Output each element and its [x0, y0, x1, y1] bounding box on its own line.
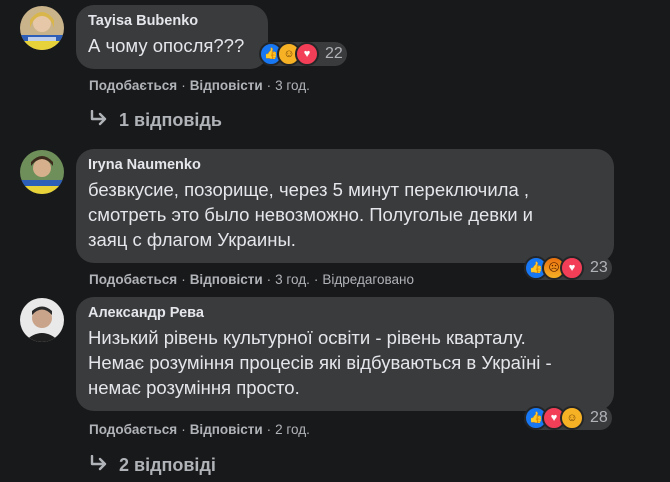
reply-button[interactable]: Відповісти: [190, 78, 263, 93]
comment-text: Низький рівень культурної освіти - рівен…: [88, 325, 602, 400]
reply-button[interactable]: Відповісти: [190, 422, 263, 437]
like-button[interactable]: Подобається: [89, 422, 177, 437]
reaction-count: 23: [590, 259, 608, 276]
comment-bubble: Tayisa Bubenko А чому опосля???: [76, 5, 268, 69]
comment-text-line: Немає розуміння процесів які відбуваютьс…: [88, 352, 552, 373]
love-icon: ♥: [560, 256, 584, 280]
reactions-summary[interactable]: 👍 ☺ ♥ 22: [259, 42, 347, 66]
reply-button[interactable]: Відповісти: [190, 272, 263, 287]
like-button[interactable]: Подобається: [89, 272, 177, 287]
love-icon: ♥: [295, 42, 319, 66]
comment-author[interactable]: Iryna Naumenko: [88, 156, 602, 174]
avatar-iryna[interactable]: [20, 150, 64, 194]
comment-time[interactable]: 3 год.: [275, 272, 310, 287]
reactions-summary[interactable]: 👍 ♥ ☺ 28: [524, 406, 612, 430]
comment-bubble: Александр Рева Низький рівень культурної…: [76, 297, 614, 411]
reaction-count: 22: [325, 45, 343, 62]
comment-author[interactable]: Tayisa Bubenko: [88, 12, 256, 30]
haha-icon: ☺: [560, 406, 584, 430]
avatar-photo-icon: [20, 298, 64, 342]
reactions-summary[interactable]: 👍 ☹ ♥ 23: [524, 256, 612, 280]
comment-text-line: безвкусие, позорище, через 5 минут перек…: [88, 179, 530, 200]
comment-text-line: смотреть это было невозможно. Полуголые …: [88, 204, 534, 225]
avatar-tayisa[interactable]: [20, 6, 64, 50]
comment-actions: Подобається · Відповісти · 2 год.: [89, 422, 310, 437]
avatar-aleksandr[interactable]: [20, 298, 64, 342]
comment-text: А чому опосля???: [88, 35, 245, 56]
reaction-count: 28: [590, 409, 608, 426]
comment-actions: Подобається · Відповісти · 3 год.: [89, 78, 310, 93]
like-button[interactable]: Подобається: [89, 78, 177, 93]
replies-label: 1 відповідь: [119, 110, 222, 130]
avatar-photo-icon: [20, 6, 64, 50]
replies-label: 2 відповіді: [119, 455, 216, 475]
comment-time[interactable]: 3 год.: [275, 78, 310, 93]
comment-text-line: заяц с флагом Украины.: [88, 229, 296, 250]
view-replies-button[interactable]: 2 відповіді: [89, 454, 216, 476]
view-replies-button[interactable]: 1 відповідь: [89, 109, 222, 131]
comment-text: безвкусие, позорище, через 5 минут перек…: [88, 177, 602, 252]
reply-arrow-icon: [89, 454, 109, 476]
comment-bubble: Iryna Naumenko безвкусие, позорище, чере…: [76, 149, 614, 263]
comment-text-line: Низький рівень культурної освіти - рівен…: [88, 327, 526, 348]
edited-label[interactable]: Відредаговано: [322, 272, 414, 287]
comment-author[interactable]: Александр Рева: [88, 304, 602, 322]
comment-actions: Подобається · Відповісти · 3 год. · Відредагов…: [89, 272, 414, 287]
avatar-photo-icon: [20, 150, 64, 194]
comment-time[interactable]: 2 год.: [275, 422, 310, 437]
reply-arrow-icon: [89, 109, 109, 131]
comment-text-line: немає розуміння просто.: [88, 377, 300, 398]
